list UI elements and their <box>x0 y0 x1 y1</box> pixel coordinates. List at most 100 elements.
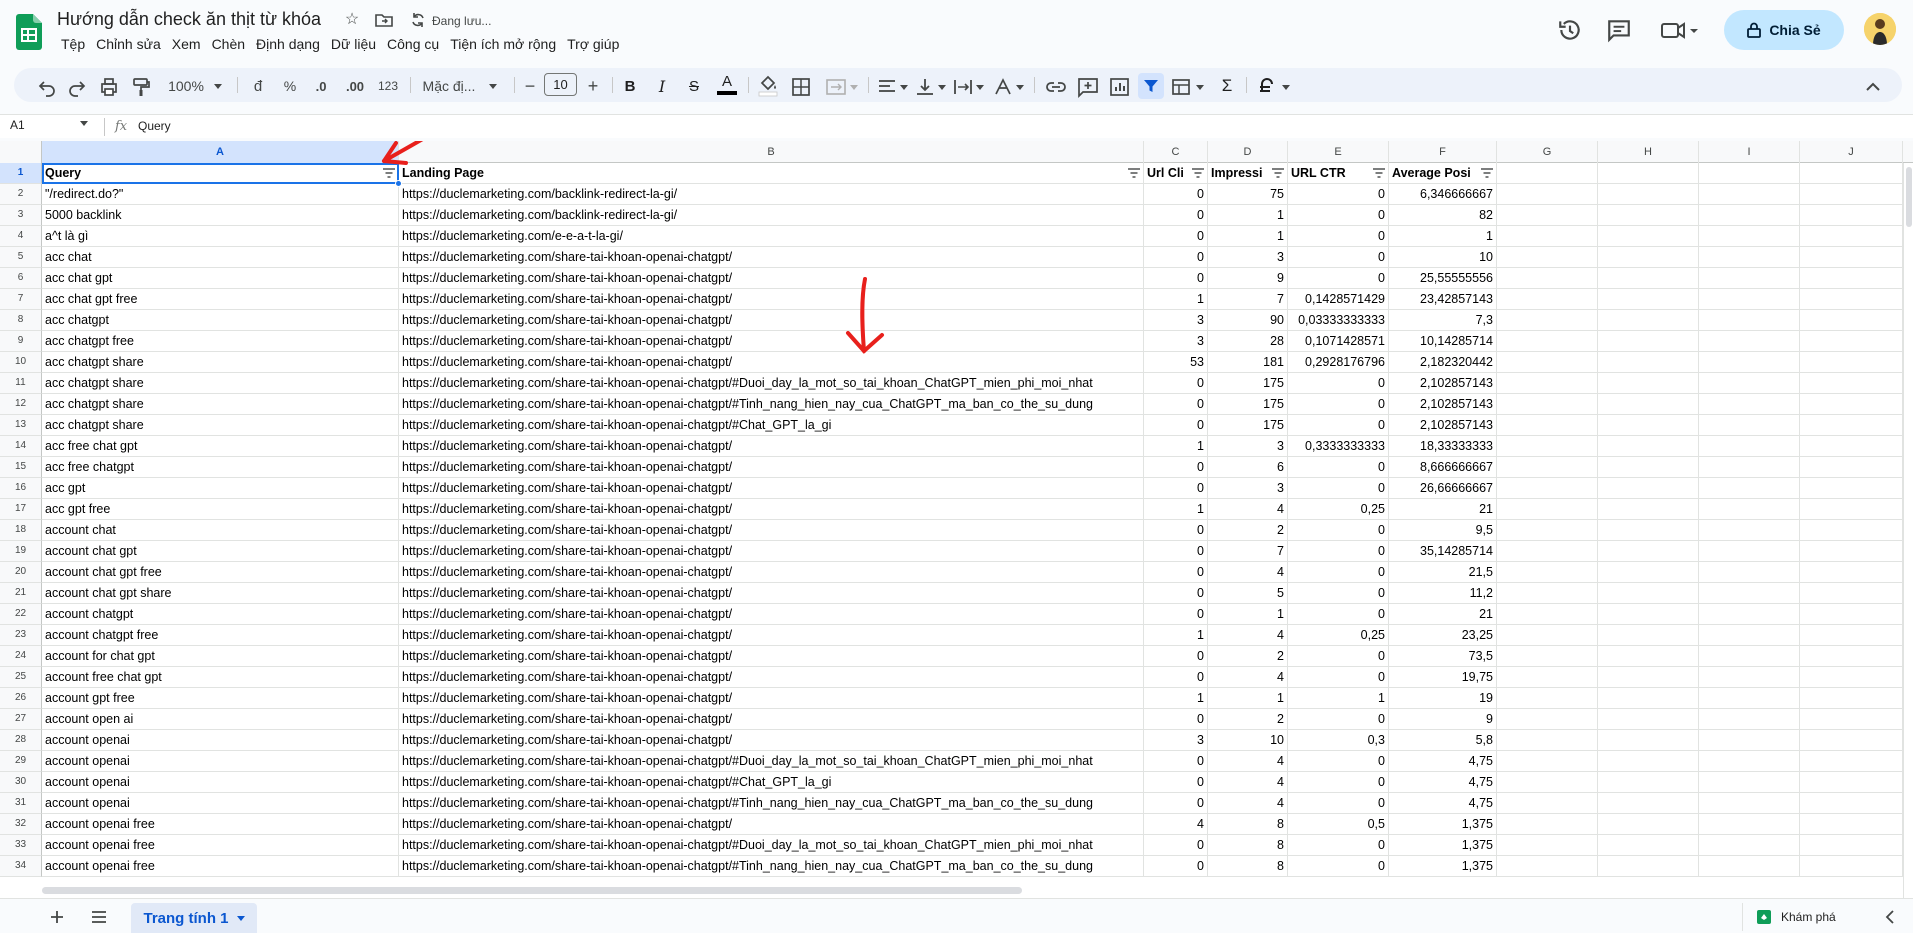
empty-cell[interactable] <box>1699 835 1800 856</box>
empty-cell[interactable] <box>1598 730 1699 751</box>
query-cell[interactable]: acc free chat gpt <box>42 436 399 457</box>
impressions-cell[interactable]: 4 <box>1208 499 1288 520</box>
empty-cell[interactable] <box>1497 625 1598 646</box>
impressions-cell[interactable]: 4 <box>1208 667 1288 688</box>
average-position-cell[interactable]: 26,66666667 <box>1389 478 1497 499</box>
empty-cell[interactable] <box>1598 646 1699 667</box>
empty-cell[interactable] <box>1699 163 1800 184</box>
filter-icon[interactable] <box>1481 168 1493 178</box>
empty-cell[interactable] <box>1497 310 1598 331</box>
average-position-cell[interactable]: 2,182320442 <box>1389 352 1497 373</box>
empty-cell[interactable] <box>1598 688 1699 709</box>
query-cell[interactable]: account chat gpt free <box>42 562 399 583</box>
landing-page-cell[interactable]: https://duclemarketing.com/backlink-redi… <box>399 205 1144 226</box>
increase-decimal-button[interactable]: .00 <box>340 73 370 99</box>
redo-icon[interactable] <box>66 74 88 100</box>
landing-page-cell[interactable]: https://duclemarketing.com/share-tai-kho… <box>399 709 1144 730</box>
url-ctr-cell[interactable]: 0 <box>1288 646 1389 667</box>
url-clicks-cell[interactable]: 0 <box>1144 835 1208 856</box>
url-clicks-cell[interactable]: 0 <box>1144 457 1208 478</box>
empty-cell[interactable] <box>1800 814 1903 835</box>
empty-cell[interactable] <box>1800 352 1903 373</box>
landing-page-cell[interactable]: https://duclemarketing.com/share-tai-kho… <box>399 730 1144 751</box>
average-position-cell[interactable]: 2,102857143 <box>1389 415 1497 436</box>
url-clicks-cell[interactable]: 0 <box>1144 541 1208 562</box>
empty-cell[interactable] <box>1497 247 1598 268</box>
url-ctr-cell[interactable]: 0 <box>1288 604 1389 625</box>
average-position-cell[interactable]: 6,346666667 <box>1389 184 1497 205</box>
average-position-cell[interactable]: 19,75 <box>1389 667 1497 688</box>
landing-page-cell[interactable]: https://duclemarketing.com/share-tai-kho… <box>399 289 1144 310</box>
empty-cell[interactable] <box>1497 352 1598 373</box>
menu-tools[interactable]: Công cụ <box>385 36 447 52</box>
row-header[interactable]: 30 <box>0 772 42 793</box>
empty-cell[interactable] <box>1699 247 1800 268</box>
impressions-cell[interactable]: 10 <box>1208 730 1288 751</box>
average-position-cell[interactable]: 1,375 <box>1389 814 1497 835</box>
url-clicks-cell[interactable]: 0 <box>1144 604 1208 625</box>
empty-cell[interactable] <box>1800 520 1903 541</box>
row-header[interactable]: 31 <box>0 793 42 814</box>
query-cell[interactable]: "/redirect.do?" <box>42 184 399 205</box>
url-ctr-cell[interactable]: 0 <box>1288 667 1389 688</box>
all-sheets-icon[interactable] <box>91 910 107 924</box>
average-position-cell[interactable]: 9,5 <box>1389 520 1497 541</box>
row-header[interactable]: 20 <box>0 562 42 583</box>
empty-cell[interactable] <box>1800 247 1903 268</box>
column-header-d[interactable]: D <box>1208 141 1288 163</box>
row-header[interactable]: 33 <box>0 835 42 856</box>
impressions-cell[interactable]: 7 <box>1208 289 1288 310</box>
landing-page-cell[interactable]: https://duclemarketing.com/share-tai-kho… <box>399 814 1144 835</box>
filter-icon[interactable] <box>1128 168 1140 178</box>
empty-cell[interactable] <box>1699 709 1800 730</box>
landing-page-cell[interactable]: https://duclemarketing.com/share-tai-kho… <box>399 352 1144 373</box>
url-ctr-cell[interactable]: 0 <box>1288 583 1389 604</box>
row-header[interactable]: 8 <box>0 310 42 331</box>
landing-page-cell[interactable]: https://duclemarketing.com/share-tai-kho… <box>399 436 1144 457</box>
row-header[interactable]: 34 <box>0 856 42 877</box>
impressions-cell[interactable]: 5 <box>1208 583 1288 604</box>
bold-button[interactable]: B <box>620 73 640 99</box>
empty-cell[interactable] <box>1699 436 1800 457</box>
average-position-cell[interactable]: 11,2 <box>1389 583 1497 604</box>
version-history-icon[interactable] <box>1557 17 1583 43</box>
chevron-down-icon[interactable] <box>236 915 245 921</box>
landing-page-cell[interactable]: https://duclemarketing.com/share-tai-kho… <box>399 835 1144 856</box>
url-ctr-cell[interactable]: 0 <box>1288 226 1389 247</box>
average-position-cell[interactable]: 4,75 <box>1389 793 1497 814</box>
empty-cell[interactable] <box>1497 478 1598 499</box>
input-tools-icon[interactable] <box>1256 74 1292 100</box>
query-cell[interactable]: acc gpt <box>42 478 399 499</box>
empty-cell[interactable] <box>1497 730 1598 751</box>
empty-cell[interactable] <box>1699 793 1800 814</box>
average-position-cell[interactable]: 4,75 <box>1389 751 1497 772</box>
url-clicks-cell[interactable]: 0 <box>1144 772 1208 793</box>
empty-cell[interactable] <box>1699 730 1800 751</box>
empty-cell[interactable] <box>1699 457 1800 478</box>
url-ctr-cell[interactable]: 0 <box>1288 856 1389 877</box>
empty-cell[interactable] <box>1598 310 1699 331</box>
empty-cell[interactable] <box>1800 856 1903 877</box>
average-position-cell[interactable]: 8,666666667 <box>1389 457 1497 478</box>
impressions-cell[interactable]: 6 <box>1208 457 1288 478</box>
url-ctr-cell[interactable]: 0,1428571429 <box>1288 289 1389 310</box>
query-cell[interactable]: account chatgpt <box>42 604 399 625</box>
horizontal-scrollbar[interactable] <box>42 887 1022 894</box>
row-header[interactable]: 9 <box>0 331 42 352</box>
query-cell[interactable]: account openai <box>42 793 399 814</box>
row-header[interactable]: 11 <box>0 373 42 394</box>
empty-cell[interactable] <box>1598 478 1699 499</box>
menu-help[interactable]: Trợ giúp <box>565 36 627 52</box>
empty-cell[interactable] <box>1598 709 1699 730</box>
row-header[interactable]: 24 <box>0 646 42 667</box>
url-clicks-cell[interactable]: 1 <box>1144 688 1208 709</box>
impressions-cell[interactable]: 2 <box>1208 520 1288 541</box>
row-header[interactable]: 17 <box>0 499 42 520</box>
query-cell[interactable]: account openai <box>42 751 399 772</box>
landing-page-cell[interactable]: https://duclemarketing.com/share-tai-kho… <box>399 772 1144 793</box>
empty-cell[interactable] <box>1598 373 1699 394</box>
more-formats-button[interactable]: 123 <box>374 73 402 99</box>
menu-extensions[interactable]: Tiện ích mở rộng <box>448 36 564 52</box>
empty-cell[interactable] <box>1699 751 1800 772</box>
row-header[interactable]: 3 <box>0 205 42 226</box>
